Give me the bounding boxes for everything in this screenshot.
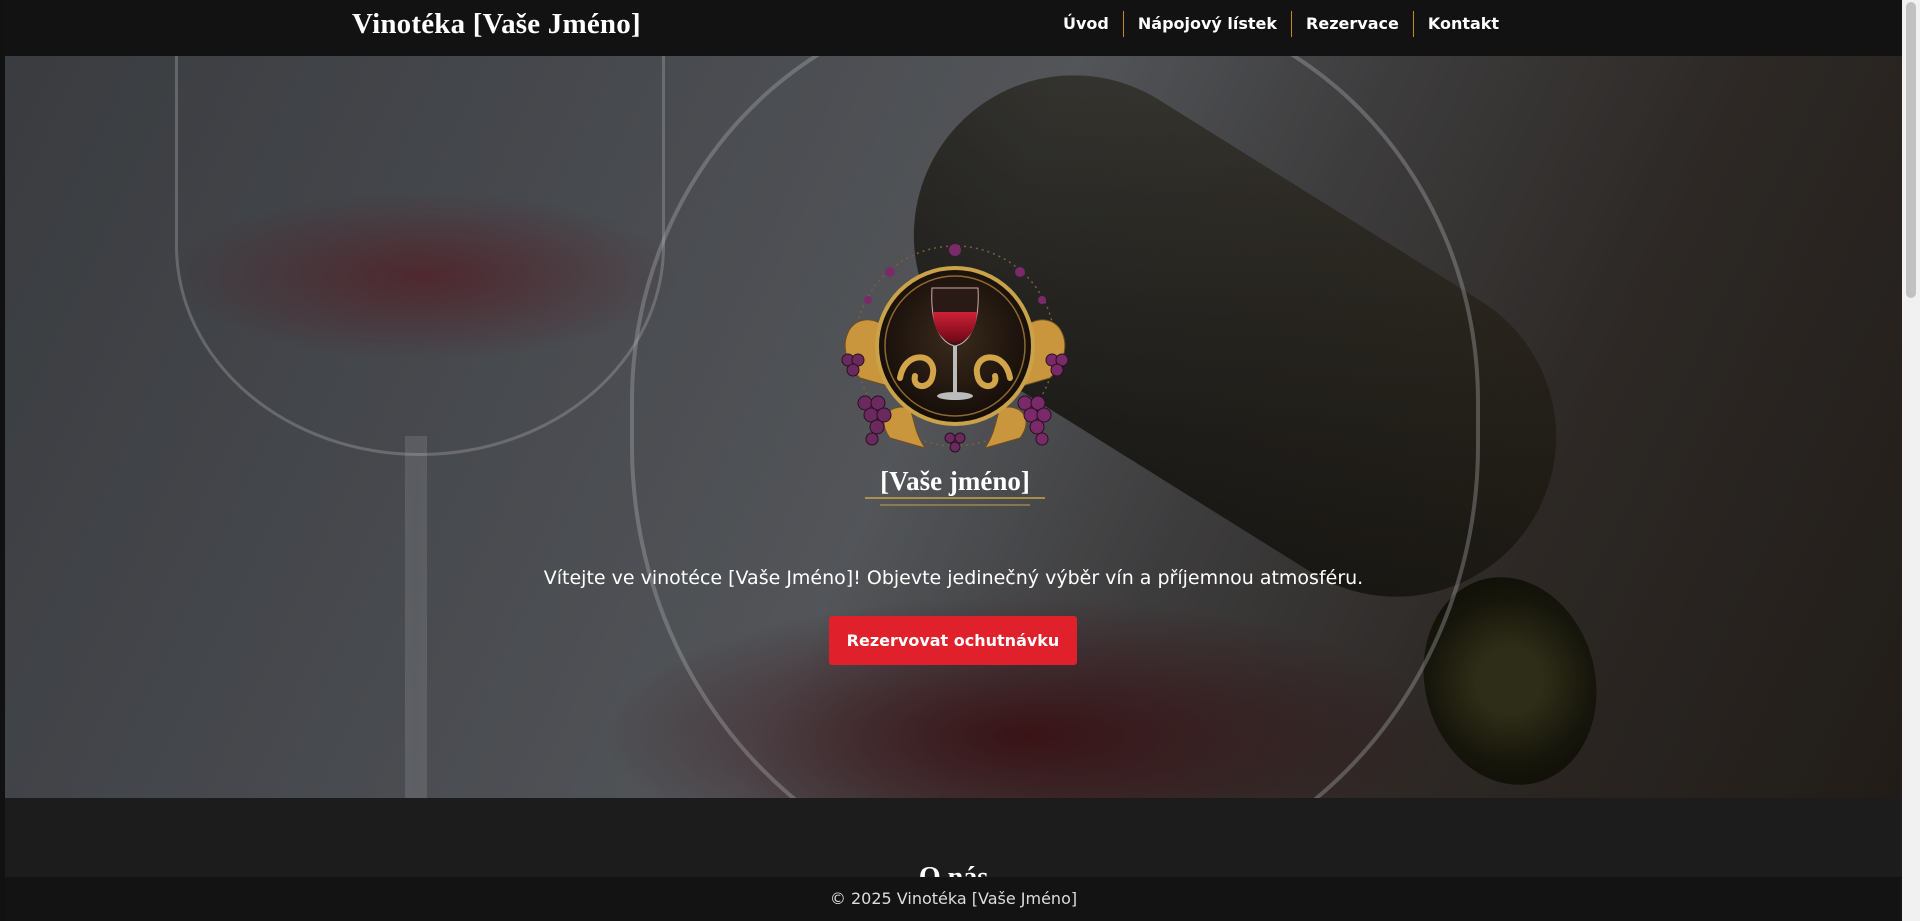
footer-copyright: © 2025 Vinotéka [Vaše Jméno] <box>829 889 1078 908</box>
site-header: Vinotéka [Vaše Jméno] Úvod Nápojový líst… <box>5 0 1902 56</box>
site-footer: © 2025 Vinotéka [Vaše Jméno] <box>5 877 1902 921</box>
hero-tagline: Vítejte ve vinotéce [Vaše Jméno]! Objevt… <box>543 567 1364 589</box>
winery-logo: [Vaše jméno] <box>841 244 1069 506</box>
scrollbar-thumb[interactable] <box>1906 2 1916 298</box>
main-nav: Úvod Nápojový lístek Rezervace Kontakt <box>1045 11 1513 37</box>
logo-text: [Vaše jméno] <box>880 466 1030 496</box>
nav-item-napojovy-listek[interactable]: Nápojový lístek <box>1124 11 1291 37</box>
hero-section: [Vaše jméno] Vítejte ve vinotéce [Vaše J… <box>5 56 1902 798</box>
nav-item-kontakt[interactable]: Kontakt <box>1414 11 1513 37</box>
nav-item-uvod[interactable]: Úvod <box>1045 11 1123 37</box>
page-scrollbar[interactable] <box>1902 0 1920 921</box>
site-brand[interactable]: Vinotéka [Vaše Jméno] <box>352 8 641 41</box>
nav-item-rezervace[interactable]: Rezervace <box>1292 11 1413 37</box>
book-tasting-button[interactable]: Rezervovat ochutnávku <box>829 616 1077 665</box>
